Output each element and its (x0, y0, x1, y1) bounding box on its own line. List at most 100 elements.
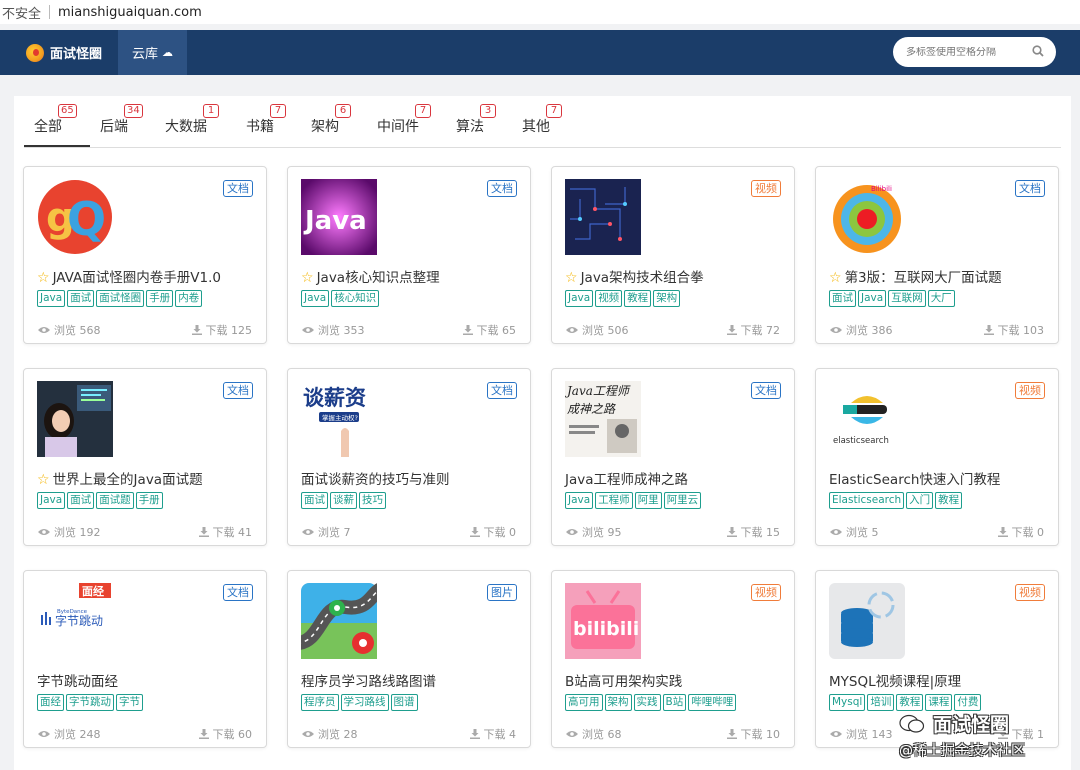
resource-thumbnail[interactable] (829, 583, 905, 659)
tag-chip[interactable]: 实践 (633, 694, 661, 711)
tag-chip[interactable]: 阿里 (634, 492, 662, 509)
resource-card[interactable]: 文档 ☆ 世界上最全的Java面试题 Java 面试 面试题 手册 浏览 192 下载 … (23, 368, 267, 546)
tab-bigdata[interactable]: 大数据 1 (165, 104, 219, 136)
resource-title[interactable]: ☆ 第3版：互联网大厂面试题 (829, 266, 1002, 286)
resource-title[interactable]: ☆ JAVA面试怪圈内卷手册V1.0 (37, 266, 221, 286)
tag-chip[interactable]: 工程师 (595, 492, 633, 509)
tag-chip[interactable]: 大厂 (927, 290, 955, 307)
tag-chip[interactable]: Java (301, 290, 330, 307)
tag-chip[interactable]: 付费 (954, 694, 982, 711)
tag-chip[interactable]: 入门 (906, 492, 934, 509)
resource-thumbnail[interactable]: 面经 ByteDance 字节跳动 (37, 583, 113, 659)
resource-card[interactable]: gQ 文档 ☆ JAVA面试怪圈内卷手册V1.0 Java 面试 面试怪圈 手册 内卷 浏… (23, 166, 267, 344)
resource-title[interactable]: Java工程师成神之路 (565, 468, 688, 488)
tag-chip[interactable]: Java (37, 492, 66, 509)
resource-card[interactable]: Java 文档 ☆ Java核心知识点整理 Java 核心知识 浏览 353 下载 … (287, 166, 531, 344)
tag-chip[interactable]: 课程 (925, 694, 953, 711)
tag-chip[interactable]: 面试 (67, 492, 95, 509)
download-count[interactable]: 下载 15 (726, 524, 780, 540)
search-input[interactable] (893, 46, 1023, 58)
tag-chip[interactable]: 学习路线 (340, 694, 389, 711)
resource-title[interactable]: ☆ 世界上最全的Java面试题 (37, 468, 203, 488)
tab-middleware[interactable]: 中间件 7 (377, 104, 431, 136)
tab-architecture[interactable]: 架构 6 (311, 104, 351, 136)
download-count[interactable]: 下载 0 (469, 524, 516, 540)
tag-chip[interactable]: 面试怪圈 (96, 290, 145, 307)
tag-chip[interactable]: Mysql (829, 694, 866, 711)
download-count[interactable]: 下载 41 (198, 524, 252, 540)
resource-title[interactable]: MYSQL视频课程|原理 (829, 670, 961, 690)
resource-card[interactable]: Bilibili 文档 ☆ 第3版：互联网大厂面试题 面试 Java 互联网 大厂 浏览… (815, 166, 1059, 344)
star-icon[interactable]: ☆ (37, 472, 50, 488)
tab-algorithm[interactable]: 算法 3 (456, 104, 496, 136)
tab-books[interactable]: 书籍 7 (246, 104, 286, 136)
tag-chip[interactable]: 程序员 (301, 694, 339, 711)
browser-address-bar[interactable]: 不安全 mianshiguaiquan.com (0, 0, 1080, 24)
tag-chip[interactable]: Java (37, 290, 66, 307)
resource-card[interactable]: 图片 程序员学习路线路图谱 程序员 学习路线 图谱 浏览 28 下载 4 (287, 570, 531, 748)
tag-chip[interactable]: 字节跳动 (66, 694, 114, 711)
resource-title[interactable]: 面试谈薪资的技巧与准则 (301, 468, 450, 488)
download-count[interactable]: 下载 103 (983, 322, 1044, 338)
resource-thumbnail[interactable]: 谈薪资 掌握主动权? (301, 381, 377, 457)
download-count[interactable]: 下载 65 (462, 322, 516, 338)
tag-chip[interactable]: 手册 (135, 492, 163, 509)
tag-chip[interactable]: Java (565, 290, 594, 307)
tag-chip[interactable]: 核心知识 (331, 290, 380, 307)
resource-thumbnail[interactable]: Java (301, 179, 377, 255)
resource-thumbnail[interactable]: Bilibili (829, 179, 905, 255)
tag-chip[interactable]: 视频 (595, 290, 623, 307)
resource-card[interactable]: 视频 ☆ Java架构技术组合拳 Java 视频 教程 架构 浏览 506 下载 72 (551, 166, 795, 344)
tab-backend[interactable]: 后端 34 (100, 104, 143, 136)
tag-chip[interactable]: 培训 (867, 694, 895, 711)
resource-title[interactable]: ElasticSearch快速入门教程 (829, 468, 1000, 488)
tab-all[interactable]: 全部 65 (34, 104, 77, 136)
resource-card[interactable]: 面经 ByteDance 字节跳动 文档 字节跳动面经 面经 字节跳动 字节 浏览 24… (23, 570, 267, 748)
tag-chip[interactable]: 面经 (37, 694, 64, 711)
tag-chip[interactable]: 内卷 (175, 290, 203, 307)
resource-title[interactable]: B站高可用架构实践 (565, 670, 682, 690)
download-count[interactable]: 下载 10 (726, 726, 780, 742)
download-count[interactable]: 下载 72 (726, 322, 780, 338)
tag-chip[interactable]: Elasticsearch (829, 492, 905, 509)
resource-card[interactable]: 谈薪资 掌握主动权? 文档 面试谈薪资的技巧与准则 面试 谈薪 技巧 浏览 7 下载 … (287, 368, 531, 546)
resource-card[interactable]: Java工程师 成神之路 文档 Java工程师成神之路 Java 工程师 阿里 阿里云 … (551, 368, 795, 546)
download-count[interactable]: 下载 60 (198, 726, 252, 742)
tag-chip[interactable]: 字节 (116, 694, 143, 711)
resource-card[interactable]: bilibili 视频 B站高可用架构实践 高可用 架构 实践 B站 哔哩哔哩 浏览 6… (551, 570, 795, 748)
tag-chip[interactable]: Java (565, 492, 594, 509)
nav-tab-cloud[interactable]: 云库 ☁ (118, 30, 188, 75)
resource-thumbnail[interactable]: elasticsearch (829, 381, 905, 457)
star-icon[interactable]: ☆ (301, 270, 314, 286)
download-count[interactable]: 下载 1 (997, 726, 1044, 742)
search-icon[interactable] (1032, 45, 1044, 57)
resource-title[interactable]: 程序员学习路线路图谱 (301, 670, 436, 690)
tag-chip[interactable]: 阿里云 (663, 492, 702, 509)
tag-chip[interactable]: 哔哩哔哩 (688, 694, 737, 711)
download-count[interactable]: 下载 4 (469, 726, 516, 742)
resource-card[interactable]: elasticsearch 视频 ElasticSearch快速入门教程 Ela… (815, 368, 1059, 546)
resource-title[interactable]: ☆ Java核心知识点整理 (301, 266, 440, 286)
tag-chip[interactable]: 教程 (896, 694, 924, 711)
resource-title[interactable]: 字节跳动面经 (37, 670, 118, 690)
tag-chip[interactable]: 教程 (935, 492, 963, 509)
resource-thumbnail[interactable] (37, 381, 113, 457)
tag-chip[interactable]: 互联网 (888, 290, 926, 307)
download-count[interactable]: 下载 125 (191, 322, 252, 338)
resource-thumbnail[interactable] (301, 583, 377, 659)
tag-chip[interactable]: 技巧 (359, 492, 386, 509)
resource-thumbnail[interactable]: gQ (37, 179, 113, 255)
resource-thumbnail[interactable]: bilibili (565, 583, 641, 659)
resource-thumbnail[interactable]: Java工程师 成神之路 (565, 381, 641, 457)
star-icon[interactable]: ☆ (37, 270, 50, 286)
url-text[interactable]: mianshiguaiquan.com (58, 5, 202, 20)
star-icon[interactable]: ☆ (565, 270, 578, 286)
tab-other[interactable]: 其他 7 (522, 104, 562, 136)
tag-chip[interactable]: 教程 (624, 290, 652, 307)
tag-chip[interactable]: 面试 (301, 492, 328, 509)
tag-chip[interactable]: 谈薪 (330, 492, 357, 509)
tag-chip[interactable]: 架构 (653, 290, 681, 307)
download-count[interactable]: 下载 0 (997, 524, 1044, 540)
tag-chip[interactable]: B站 (662, 694, 687, 711)
tag-chip[interactable]: 面试 (829, 290, 856, 307)
